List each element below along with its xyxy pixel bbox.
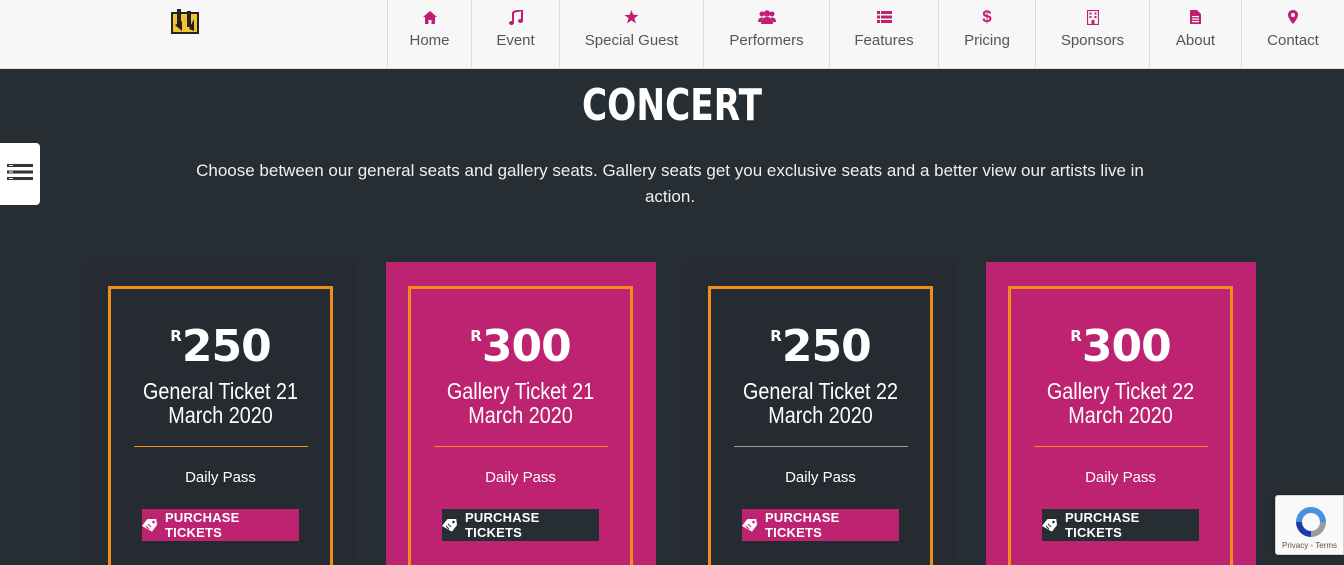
ticket-name-line: March 2020 <box>768 402 873 428</box>
ticket-icon <box>142 518 157 532</box>
price-amount: 300 <box>1081 321 1172 372</box>
ticket-price: R300 <box>411 321 630 372</box>
star-icon <box>624 6 639 28</box>
section-description: Choose between our general seats and gal… <box>196 161 1144 206</box>
nav-label: Pricing <box>964 32 1010 49</box>
recaptcha-icon <box>1293 504 1329 545</box>
ticket-price: R300 <box>1011 321 1230 372</box>
pricing-card-frame: R250 General Ticket 21 March 2020 Daily P… <box>108 286 333 565</box>
button-label: PURCHASE TICKETS <box>165 510 240 540</box>
button-label: PURCHASE TICKETS <box>465 510 540 540</box>
building-icon <box>1086 6 1099 28</box>
nav-label: Contact <box>1267 32 1319 49</box>
section-title: CONCERT <box>581 80 763 131</box>
ticket-icon <box>742 518 757 532</box>
divider <box>134 446 308 447</box>
ticket-price: R250 <box>111 321 330 372</box>
nav-pricing[interactable]: $ Pricing <box>938 0 1035 69</box>
price-amount: 250 <box>181 321 272 372</box>
purchase-tickets-button[interactable]: PURCHASE TICKETS <box>142 509 299 541</box>
ticket-name-line: General Ticket 21 <box>142 378 299 404</box>
pricing-card: R300 Gallery Ticket 21 March 2020 Daily P… <box>386 262 656 565</box>
recaptcha-links[interactable]: Privacy - Terms <box>1276 541 1343 550</box>
nav-label: Sponsors <box>1060 32 1125 49</box>
ticket-name-line: March 2020 <box>1068 402 1173 428</box>
currency-symbol: R <box>470 327 482 345</box>
nav-label: Special Guest <box>584 32 679 49</box>
recaptcha-badge[interactable]: Privacy - Terms <box>1275 495 1344 555</box>
nav-label: Features <box>854 32 914 49</box>
pricing-card-frame: R300 Gallery Ticket 22 March 2020 Daily P… <box>1008 286 1233 565</box>
pricing-card-frame: R300 Gallery Ticket 21 March 2020 Daily P… <box>408 286 633 565</box>
nav-performers[interactable]: Performers <box>703 0 829 69</box>
purchase-tickets-button[interactable]: PURCHASE TICKETS <box>442 509 599 541</box>
ticket-name: Gallery Ticket 22 March 2020 <box>1026 379 1214 427</box>
music-note-icon <box>508 6 523 28</box>
ticket-name: General Ticket 22 March 2020 <box>726 379 914 427</box>
pricing-card: R300 Gallery Ticket 22 March 2020 Daily P… <box>986 262 1256 565</box>
pass-type: Daily Pass <box>1085 469 1156 486</box>
ticket-price: R250 <box>711 321 930 372</box>
pass-type: Daily Pass <box>185 469 256 486</box>
menu-icon <box>7 163 33 186</box>
site-logo[interactable] <box>170 7 200 37</box>
side-menu-toggle[interactable] <box>0 143 40 205</box>
nav-label: Home <box>409 32 450 49</box>
ticket-name-line: March 2020 <box>468 402 573 428</box>
home-icon <box>422 6 437 28</box>
pass-type: Daily Pass <box>485 469 556 486</box>
currency-symbol: R <box>170 327 182 345</box>
list-icon <box>876 6 892 28</box>
pass-type: Daily Pass <box>785 469 856 486</box>
pricing-card: R250 General Ticket 22 March 2020 Daily P… <box>686 262 956 565</box>
divider <box>734 446 908 447</box>
users-icon <box>757 6 776 28</box>
nav-sponsors[interactable]: Sponsors <box>1035 0 1149 69</box>
nav-home[interactable]: Home <box>387 0 471 69</box>
nav-event[interactable]: Event <box>471 0 559 69</box>
nav-contact[interactable]: Contact <box>1241 0 1344 69</box>
pricing-card: R250 General Ticket 21 March 2020 Daily P… <box>86 262 356 565</box>
ticket-icon <box>1042 518 1057 532</box>
nav-features[interactable]: Features <box>829 0 938 69</box>
document-icon <box>1190 6 1201 28</box>
button-label: PURCHASE TICKETS <box>765 510 840 540</box>
nav-label: Performers <box>729 32 804 49</box>
nav-about[interactable]: About <box>1149 0 1241 69</box>
ticket-icon <box>442 518 457 532</box>
button-label: PURCHASE TICKETS <box>1065 510 1140 540</box>
purchase-tickets-button[interactable]: PURCHASE TICKETS <box>742 509 899 541</box>
nav-special-guest[interactable]: Special Guest <box>559 0 703 69</box>
price-amount: 250 <box>781 321 872 372</box>
ticket-name-line: March 2020 <box>168 402 273 428</box>
main-nav: Home Event Special Guest Performers Feat… <box>387 0 1344 69</box>
nav-label: About <box>1175 32 1216 49</box>
currency-symbol: R <box>1070 327 1082 345</box>
divider <box>1034 446 1208 447</box>
ticket-name: General Ticket 21 March 2020 <box>126 379 314 427</box>
ticket-name: Gallery Ticket 21 March 2020 <box>426 379 614 427</box>
price-amount: 300 <box>481 321 572 372</box>
map-marker-icon <box>1288 6 1298 28</box>
dollar-icon: $ <box>982 7 992 26</box>
nav-label: Event <box>496 32 535 49</box>
ticket-name-line: General Ticket 22 <box>742 378 899 404</box>
ticket-name-line: Gallery Ticket 21 <box>446 378 595 404</box>
currency-symbol: R <box>770 327 782 345</box>
pricing-card-frame: R250 General Ticket 22 March 2020 Daily P… <box>708 286 933 565</box>
purchase-tickets-button[interactable]: PURCHASE TICKETS <box>1042 509 1199 541</box>
divider <box>434 446 608 447</box>
ticket-name-line: Gallery Ticket 22 <box>1046 378 1195 404</box>
site-header: Home Event Special Guest Performers Feat… <box>0 0 1344 69</box>
